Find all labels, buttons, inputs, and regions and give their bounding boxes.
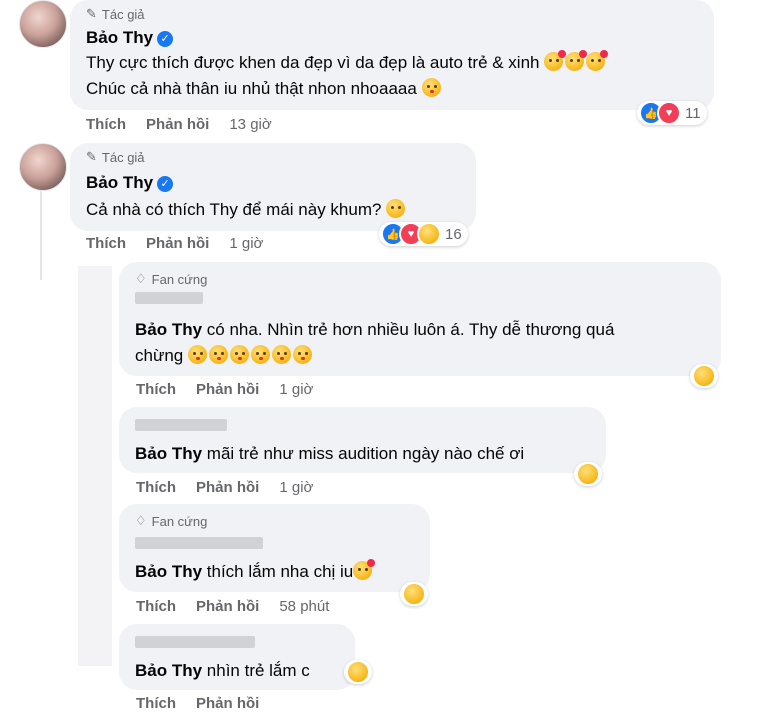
fan-badge-label: Fan cứng [151, 513, 208, 529]
reply-text: có nha. Nhìn trẻ hơn nhiều luôn á. Thy d… [202, 320, 615, 339]
reaction-summary[interactable] [400, 582, 428, 606]
like-button[interactable]: Thích [136, 479, 176, 496]
reply-time[interactable]: 1 giờ [279, 479, 313, 496]
avatar[interactable] [19, 0, 67, 48]
comment-time[interactable]: 1 giờ [229, 235, 263, 252]
care-reaction-icon [692, 364, 716, 388]
smiling-hearts-emoji-icon [353, 559, 376, 580]
care-reaction-icon [402, 582, 426, 606]
comment-author[interactable]: Bảo Thy [86, 173, 153, 192]
redacted-name [135, 537, 263, 549]
pen-icon: ✎ [86, 6, 97, 21]
kiss-emoji-icon [229, 345, 249, 364]
love-reaction-icon: ♥ [657, 101, 681, 125]
reaction-summary[interactable]: 👍 ♥ 11 [637, 101, 707, 125]
reply-text: chừng [135, 346, 184, 365]
like-button[interactable]: Thích [136, 695, 176, 712]
mention[interactable]: Bảo Thy [135, 661, 202, 680]
author-badge: ✎ Tác giả [86, 6, 145, 22]
thread-line [40, 190, 42, 280]
reply-button[interactable]: Phản hồi [146, 235, 209, 252]
fan-badge-label: Fan cứng [151, 271, 208, 287]
comment-bubble: ✎ Tác giả Bảo Thy ✓ Cả nhà có thích Thy đ… [70, 143, 476, 231]
reply-text: nhìn trẻ lắm c [202, 661, 310, 680]
reply-bubble: Bảo Thy mãi trẻ như miss audition ngày n… [119, 407, 606, 473]
reaction-summary[interactable]: 👍 ♥ 16 [379, 222, 468, 246]
reply-button[interactable]: Phản hồi [196, 381, 259, 398]
kiss-emoji-icon [250, 345, 270, 364]
comment-author[interactable]: Bảo Thy [86, 28, 153, 47]
kiss-emoji-icon [187, 345, 207, 364]
like-button[interactable]: Thích [136, 381, 176, 398]
redacted-name [135, 292, 203, 304]
care-reaction-icon [576, 462, 600, 486]
care-reaction-icon [346, 660, 370, 684]
like-button[interactable]: Thích [136, 598, 176, 615]
reaction-count: 16 [445, 225, 462, 243]
kiss-emoji-icon [271, 345, 291, 364]
verified-check-icon: ✓ [157, 176, 174, 192]
redacted-name [135, 419, 227, 431]
diamond-icon: ♢ [135, 271, 147, 286]
author-badge-label: Tác giả [101, 6, 145, 22]
smiling-hearts-emoji-icon [586, 50, 609, 71]
verified-check-icon: ✓ [157, 31, 174, 47]
kiss-emoji-icon [208, 345, 228, 364]
kiss-emoji-icon [421, 78, 441, 97]
comment-text: Chúc cả nhà thân iu nhủ thật nhon nhoaaa… [86, 79, 417, 98]
comment-text: Cả nhà có thích Thy để mái này khum? [86, 200, 382, 219]
like-button[interactable]: Thích [86, 116, 126, 133]
reaction-summary[interactable] [574, 462, 602, 486]
reply-time[interactable]: 1 giờ [279, 381, 313, 398]
reaction-summary[interactable] [690, 364, 718, 388]
reply-time[interactable]: 58 phút [279, 598, 329, 615]
comment-bubble: ✎ Tác giả Bảo Thy ✓ Thy cực thích được kh… [70, 0, 714, 110]
reply-button[interactable]: Phản hồi [146, 116, 209, 133]
fan-badge: ♢ Fan cứng [135, 513, 207, 529]
redacted-name [135, 636, 255, 648]
fan-badge: ♢ Fan cứng [135, 271, 207, 287]
reply-bubble: ♢ Fan cứng Bảo Thy có nha. Nhìn trẻ hơn … [119, 262, 721, 376]
pen-icon: ✎ [86, 149, 97, 164]
reaction-summary[interactable] [344, 660, 372, 684]
avatar[interactable] [19, 143, 67, 191]
like-button[interactable]: Thích [86, 235, 126, 252]
reply-bubble: Bảo Thy nhìn trẻ lắm c [119, 624, 355, 690]
reply-button[interactable]: Phản hồi [196, 479, 259, 496]
reply-text: thích lắm nha chị iu [202, 562, 354, 581]
diamond-icon: ♢ [135, 513, 147, 528]
comment-text: Thy cực thích được khen da đẹp vì da đẹp… [86, 53, 540, 72]
mention[interactable]: Bảo Thy [135, 562, 202, 581]
reply-bubble: ♢ Fan cứng Bảo Thy thích lắm nha chị iu [119, 504, 430, 592]
smiling-hearts-emoji-icon [565, 50, 588, 71]
kiss-emoji-icon [292, 345, 312, 364]
care-reaction-icon [417, 222, 441, 246]
reply-button[interactable]: Phản hồi [196, 598, 259, 615]
smiling-hearts-emoji-icon [544, 50, 567, 71]
mention[interactable]: Bảo Thy [135, 320, 202, 339]
author-badge-label: Tác giả [101, 149, 145, 165]
author-badge: ✎ Tác giả [86, 149, 145, 165]
comment-time[interactable]: 13 giờ [229, 116, 271, 133]
reaction-count: 11 [685, 104, 701, 122]
reply-button[interactable]: Phản hồi [196, 695, 259, 712]
mention[interactable]: Bảo Thy [135, 444, 202, 463]
side-strip [78, 266, 112, 666]
tongue-emoji-icon [386, 199, 406, 218]
reply-text: mãi trẻ như miss audition ngày nào chế ơ… [202, 444, 525, 463]
